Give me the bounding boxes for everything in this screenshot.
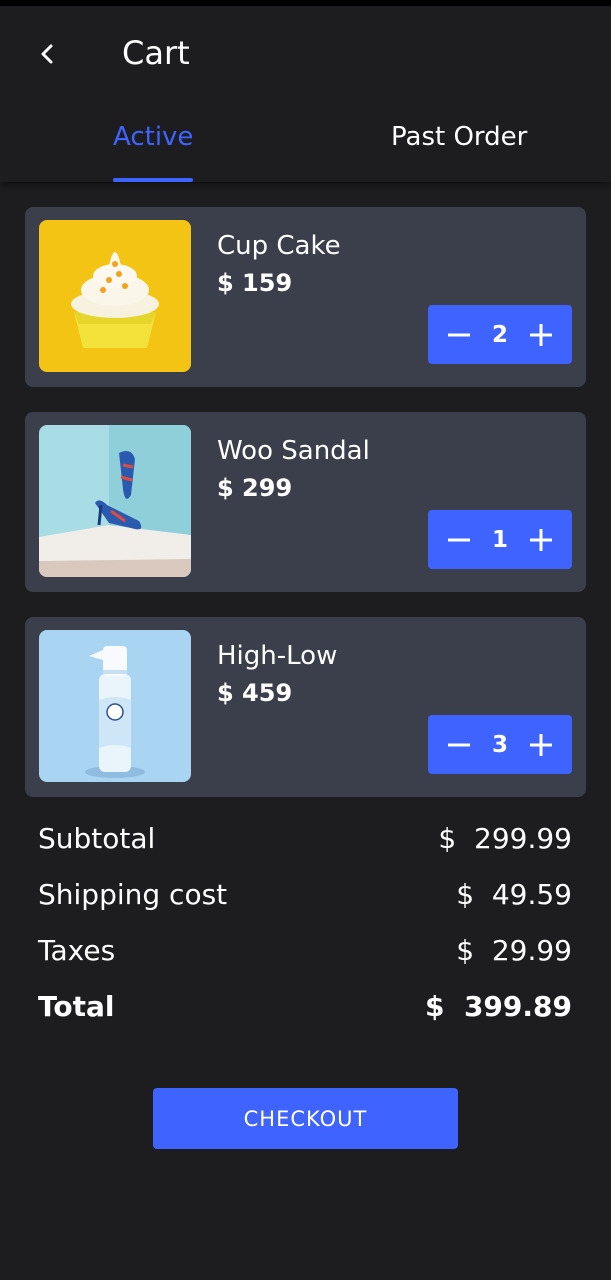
minus-icon[interactable] bbox=[448, 734, 470, 756]
tab-past-order[interactable]: Past Order bbox=[391, 122, 527, 152]
shipping-value: $ 49.59 bbox=[456, 878, 572, 911]
page-title: Cart bbox=[122, 34, 190, 72]
minus-icon[interactable] bbox=[448, 324, 470, 346]
cupcake-image bbox=[39, 220, 191, 372]
item-name: Cup Cake bbox=[217, 231, 341, 261]
plus-icon[interactable] bbox=[529, 528, 552, 551]
tab-active[interactable]: Active bbox=[113, 122, 193, 152]
active-tab-indicator bbox=[113, 178, 193, 182]
plus-icon[interactable] bbox=[529, 323, 552, 346]
item-price: $ 299 bbox=[217, 474, 293, 502]
shipping-row: Shipping cost $ 49.59 bbox=[38, 878, 572, 911]
chevron-left-icon bbox=[41, 44, 53, 64]
subtotal-value: $ 299.99 bbox=[438, 822, 572, 855]
app-header: Cart Active Past Order bbox=[0, 6, 611, 182]
total-value: $ 399.89 bbox=[424, 990, 572, 1023]
quantity-value: 1 bbox=[491, 526, 508, 553]
cart-item-card: Woo Sandal $ 299 1 bbox=[25, 412, 586, 592]
checkout-button[interactable]: CHECKOUT bbox=[153, 1088, 458, 1149]
cart-item-card: High-Low $ 459 3 bbox=[25, 617, 586, 797]
quantity-stepper: 1 bbox=[428, 510, 572, 569]
total-label: Total bbox=[38, 990, 115, 1023]
taxes-value: $ 29.99 bbox=[456, 934, 572, 967]
plus-icon[interactable] bbox=[529, 733, 552, 756]
item-name: High-Low bbox=[217, 641, 338, 671]
cart-item-card: Cup Cake $ 159 2 bbox=[25, 207, 586, 387]
subtotal-row: Subtotal $ 299.99 bbox=[38, 822, 572, 855]
quantity-stepper: 2 bbox=[428, 305, 572, 364]
quantity-stepper: 3 bbox=[428, 715, 572, 774]
sandal-image bbox=[39, 425, 191, 577]
total-row: Total $ 399.89 bbox=[38, 990, 572, 1023]
air-freshener-image bbox=[39, 630, 191, 782]
item-price: $ 159 bbox=[217, 269, 293, 297]
minus-icon[interactable] bbox=[448, 529, 470, 551]
taxes-row: Taxes $ 29.99 bbox=[38, 934, 572, 967]
subtotal-label: Subtotal bbox=[38, 822, 156, 855]
item-price: $ 459 bbox=[217, 679, 293, 707]
back-button[interactable] bbox=[30, 36, 66, 72]
item-name: Woo Sandal bbox=[217, 436, 370, 466]
quantity-value: 2 bbox=[491, 321, 508, 348]
quantity-value: 3 bbox=[491, 731, 508, 758]
taxes-label: Taxes bbox=[38, 934, 116, 967]
shipping-label: Shipping cost bbox=[38, 878, 228, 911]
